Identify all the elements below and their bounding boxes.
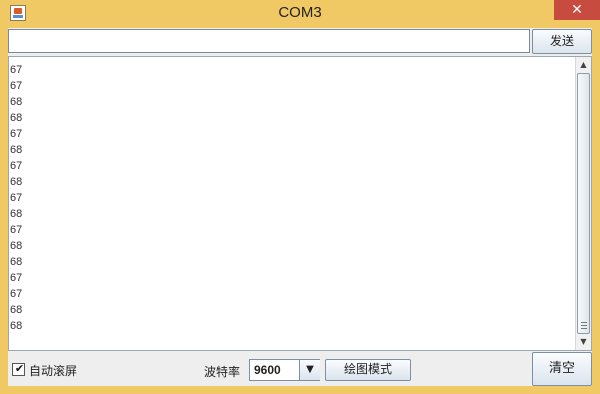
scroll-down-arrow-icon[interactable]: ▼ (576, 334, 591, 350)
output-line: 67 (10, 192, 23, 204)
baud-rate-value: 9600 (254, 363, 281, 377)
output-lines: 676767686867686768676867686867676868 (10, 57, 22, 334)
dropdown-arrow-icon[interactable]: ▼ (299, 360, 320, 380)
output-line: 67 (10, 64, 23, 76)
serial-monitor-panel: 发送 676767686867686768676867686867676868 … (8, 28, 592, 386)
output-line: 68 (10, 304, 23, 316)
autoscroll-label: 自动滚屏 (29, 364, 78, 378)
autoscroll-checkbox[interactable]: ✔ (12, 362, 25, 376)
window-title: COM3 (278, 4, 322, 21)
send-input[interactable] (8, 29, 530, 53)
output-line: 67 (10, 288, 23, 300)
output-line: 68 (10, 240, 23, 252)
output-line: 68 (10, 176, 23, 188)
checkmark-icon: ✔ (14, 362, 25, 375)
send-button[interactable]: 发送 (532, 29, 592, 54)
output-line: 67 (10, 224, 23, 236)
close-button[interactable]: ✕ (554, 0, 600, 20)
output-line: 67 (10, 128, 23, 140)
serial-output-area[interactable]: 676767686867686768676867686867676868 ▲ ▼ (8, 56, 592, 351)
grip-icon (581, 322, 587, 329)
scroll-thumb[interactable] (577, 73, 590, 334)
output-line: 68 (10, 144, 23, 156)
title-bar[interactable]: COM3 ✕ (0, 0, 600, 28)
vertical-scrollbar[interactable]: ▲ ▼ (575, 57, 591, 350)
output-line: 68 (10, 208, 23, 220)
output-line: 67 (10, 160, 23, 172)
scroll-up-arrow-icon[interactable]: ▲ (576, 57, 591, 73)
baud-rate-select[interactable]: 9600 ▼ (249, 359, 320, 381)
output-line: 68 (10, 256, 23, 268)
output-line: 68 (10, 320, 23, 332)
baud-rate-label: 波特率 (204, 365, 241, 379)
output-line: 67 (10, 272, 23, 284)
output-viewport: 676767686867686768676867686867676868 (9, 57, 575, 350)
bottom-toolbar: ✔ 自动滚屏 波特率 9600 ▼ 绘图模式 清空 (8, 351, 592, 386)
clear-button[interactable]: 清空 (532, 352, 592, 386)
output-line: 67 (10, 80, 23, 92)
output-line: 68 (10, 112, 23, 124)
output-line: 68 (10, 96, 23, 108)
plot-mode-button[interactable]: 绘图模式 (325, 359, 411, 381)
